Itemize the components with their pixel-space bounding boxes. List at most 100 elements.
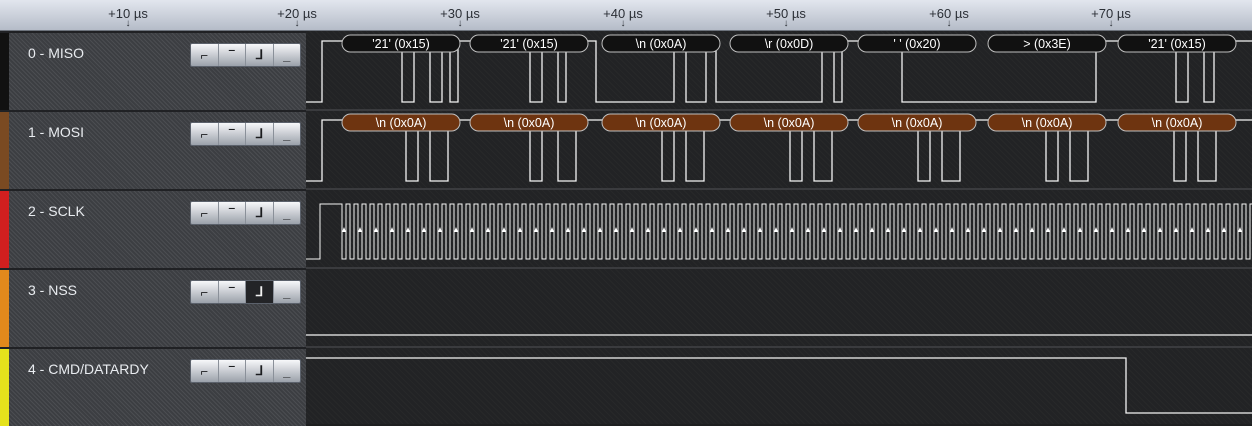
trigger-selector[interactable]: ⌐ ‾ ᒧ _ — [190, 280, 301, 304]
trigger-high-level-button[interactable]: ‾ — [219, 360, 246, 382]
trigger-high-level-button[interactable]: ‾ — [219, 202, 246, 224]
channel-color-strip — [0, 33, 9, 112]
channel-color-strip — [0, 349, 9, 426]
high-level-icon: ‾ — [229, 363, 234, 379]
sclk-edge-marker — [966, 227, 970, 232]
sclk-edge-marker — [358, 227, 362, 232]
sclk-edge-marker — [886, 227, 890, 232]
mosi-decoded-label: \n (0x0A) — [1022, 116, 1073, 130]
high-level-icon: ‾ — [229, 126, 234, 142]
channel-row-mosi[interactable]: 1 - MOSI ⌐ ‾ ᒧ _ — [0, 110, 306, 191]
trigger-rising-edge-button[interactable]: ⌐ — [191, 123, 219, 145]
falling-edge-icon: ᒧ — [255, 205, 264, 220]
channel-label: 3 - NSS — [28, 282, 78, 298]
sclk-edge-marker — [1094, 227, 1098, 232]
sclk-edge-marker — [518, 227, 522, 232]
miso-decoded-label: ' ' (0x20) — [893, 37, 940, 51]
sclk-edge-marker — [806, 227, 810, 232]
sclk-edge-marker — [1158, 227, 1162, 232]
mosi-decoded-label: \n (0x0A) — [764, 116, 815, 130]
cmd-datardy-trace — [306, 357, 1252, 414]
trigger-rising-edge-button[interactable]: ⌐ — [191, 281, 219, 303]
rising-edge-icon: ⌐ — [200, 205, 209, 221]
sclk-edge-marker — [1078, 227, 1082, 232]
sclk-edge-marker — [774, 227, 778, 232]
sclk-edge-marker — [582, 227, 586, 232]
ruler-tick-arrow-icon: ↓ — [457, 18, 463, 29]
time-ruler[interactable]: +10 µs ↓ +20 µs ↓ +30 µs ↓ +40 µs ↓ +50 µs ↓ +60 µ… — [0, 0, 1252, 31]
trigger-falling-edge-button[interactable]: ᒧ — [246, 202, 274, 224]
sclk-edge-marker — [694, 227, 698, 232]
miso-decoded-label: '21' (0x15) — [1148, 37, 1206, 51]
waveform-area[interactable]: '21' (0x15) '21' (0x15) \n (0x0A) \r (0x0D)… — [306, 31, 1252, 424]
high-level-icon: ‾ — [229, 284, 234, 300]
sclk-edge-marker — [1206, 227, 1210, 232]
trigger-low-level-button[interactable]: _ — [274, 281, 301, 303]
sclk-edge-marker — [1046, 227, 1050, 232]
miso-decoded-label: \n (0x0A) — [636, 37, 687, 51]
sclk-edge-marker — [982, 227, 986, 232]
channel-label: 2 - SCLK — [28, 203, 85, 219]
trigger-rising-edge-button[interactable]: ⌐ — [191, 44, 219, 66]
sclk-edge-marker — [1062, 227, 1066, 232]
trigger-falling-edge-button[interactable]: ᒧ — [246, 44, 274, 66]
trigger-falling-edge-button[interactable]: ᒧ — [246, 123, 274, 145]
sclk-edge-marker — [1174, 227, 1178, 232]
trigger-rising-edge-button[interactable]: ⌐ — [191, 360, 219, 382]
low-level-icon: _ — [283, 126, 291, 142]
mosi-decoded-label: \n (0x0A) — [504, 116, 555, 130]
trigger-high-level-button[interactable]: ‾ — [219, 281, 246, 303]
sclk-edge-marker — [454, 227, 458, 232]
trigger-low-level-button[interactable]: _ — [274, 44, 301, 66]
miso-decoded-label: '21' (0x15) — [372, 37, 430, 51]
sclk-edge-marker — [1222, 227, 1226, 232]
trigger-high-level-button[interactable]: ‾ — [219, 123, 246, 145]
sclk-edge-marker — [1190, 227, 1194, 232]
rising-edge-icon: ⌐ — [200, 126, 209, 142]
rising-edge-icon: ⌐ — [200, 363, 209, 379]
ruler-tick-arrow-icon: ↓ — [783, 18, 789, 29]
sclk-edge-marker — [390, 227, 394, 232]
sclk-trace — [306, 203, 1252, 260]
ruler-tick-arrow-icon: ↓ — [125, 18, 131, 29]
sclk-edge-marker — [342, 227, 346, 232]
trigger-selector[interactable]: ⌐ ‾ ᒧ _ — [190, 122, 301, 146]
sclk-edge-marker — [406, 227, 410, 232]
sclk-edge-marker — [950, 227, 954, 232]
trigger-selector[interactable]: ⌐ ‾ ᒧ _ — [190, 359, 301, 383]
miso-decoded-label: \r (0x0D) — [765, 37, 814, 51]
mosi-decoded-label: \n (0x0A) — [1152, 116, 1203, 130]
trigger-selector[interactable]: ⌐ ‾ ᒧ _ — [190, 43, 301, 67]
low-level-icon: _ — [283, 284, 291, 300]
sclk-edge-marker — [486, 227, 490, 232]
sclk-edge-marker — [502, 227, 506, 232]
waveform-canvas[interactable]: '21' (0x15) '21' (0x15) \n (0x0A) \r (0x0D)… — [306, 31, 1252, 424]
trigger-low-level-button[interactable]: _ — [274, 360, 301, 382]
mosi-decoded-label: \n (0x0A) — [636, 116, 687, 130]
trigger-falling-edge-button[interactable]: ᒧ — [246, 360, 274, 382]
sclk-edge-marker — [902, 227, 906, 232]
trigger-falling-edge-button[interactable]: ᒧ — [246, 281, 274, 303]
sclk-edge-marker — [870, 227, 874, 232]
sclk-edge-marker — [678, 227, 682, 232]
ruler-tick-arrow-icon: ↓ — [946, 18, 952, 29]
sclk-edge-marker — [918, 227, 922, 232]
channel-row-miso[interactable]: 0 - MISO ⌐ ‾ ᒧ _ — [0, 31, 306, 112]
channel-color-strip — [0, 112, 9, 191]
trigger-selector[interactable]: ⌐ ‾ ᒧ _ — [190, 201, 301, 225]
ruler-tick-arrow-icon: ↓ — [294, 18, 300, 29]
channel-row-nss[interactable]: 3 - NSS ⌐ ‾ ᒧ _ — [0, 268, 306, 349]
falling-edge-icon: ᒧ — [255, 363, 264, 378]
sclk-edge-marker — [646, 227, 650, 232]
trigger-high-level-button[interactable]: ‾ — [219, 44, 246, 66]
trigger-low-level-button[interactable]: _ — [274, 123, 301, 145]
trigger-rising-edge-button[interactable]: ⌐ — [191, 202, 219, 224]
sclk-edge-marker — [822, 227, 826, 232]
falling-edge-icon: ᒧ — [255, 47, 264, 62]
sclk-edge-marker — [598, 227, 602, 232]
channel-row-sclk[interactable]: 2 - SCLK ⌐ ‾ ᒧ _ — [0, 189, 306, 270]
miso-decoded-label: > (0x3E) — [1023, 37, 1071, 51]
channel-row-cmd-datardy[interactable]: 4 - CMD/DATARDY ⌐ ‾ ᒧ _ — [0, 347, 306, 426]
trigger-low-level-button[interactable]: _ — [274, 202, 301, 224]
sclk-edge-marker — [726, 227, 730, 232]
